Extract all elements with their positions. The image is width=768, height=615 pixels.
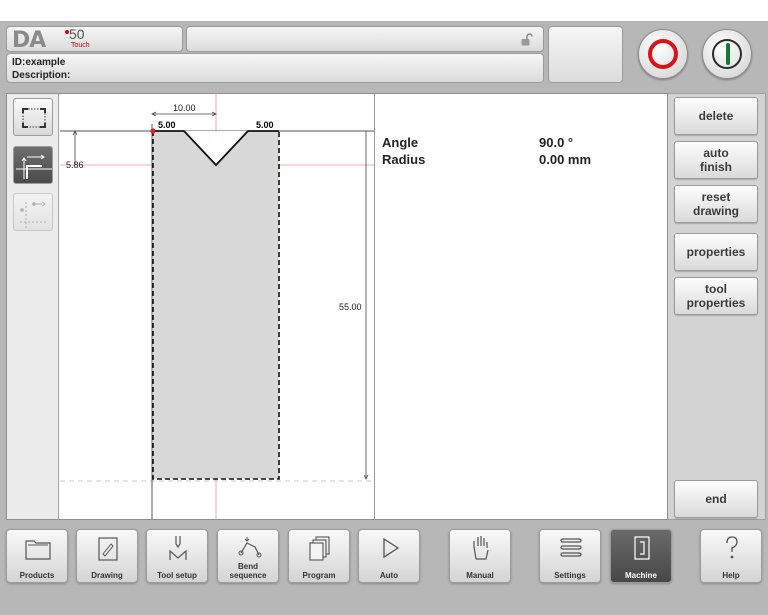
die-body [153, 131, 279, 479]
nav-tool-setup[interactable]: Tool setup [146, 529, 208, 583]
depth-label[interactable]: 5.86 [66, 160, 84, 170]
side-panel: delete auto finish reset drawing propert… [668, 93, 766, 520]
nav-products[interactable]: Products [6, 529, 68, 583]
unlock-icon[interactable] [521, 33, 533, 46]
dimension-icon [16, 154, 52, 179]
hand-icon [473, 536, 489, 560]
start-button[interactable] [702, 29, 752, 79]
view-toolbar [7, 94, 59, 519]
radius-value[interactable]: 0.00 mm [539, 152, 591, 167]
profile-drawing [60, 94, 374, 519]
pages-icon [309, 536, 330, 561]
bend-sequence-icon [238, 537, 262, 558]
start-point[interactable] [150, 128, 156, 134]
nav-label: Bend sequence [229, 562, 267, 580]
left-length-label[interactable]: 5.00 [158, 120, 176, 130]
title-bar [186, 26, 544, 52]
drawing-canvas[interactable]: 10.00 5.00 5.00 5.86 55.00 [60, 94, 374, 519]
tool-properties-button[interactable]: tool properties [674, 277, 758, 315]
nav-label: Settings [554, 571, 586, 580]
question-icon [726, 536, 738, 559]
angle-value[interactable]: 90.0 ° [539, 135, 573, 150]
nav-label: Drawing [91, 571, 123, 580]
nav-auto[interactable]: Auto [358, 529, 420, 583]
nav-label: Manual [466, 571, 494, 580]
logo: DA 50 Touch [6, 26, 183, 53]
start-bar [726, 43, 730, 65]
nav-help[interactable]: Help [700, 529, 762, 583]
delete-button[interactable]: delete [674, 97, 758, 135]
list-icon [560, 538, 582, 557]
machine-icon [634, 536, 650, 560]
app-window: DA 50 Touch ID:example Description: 10.0… [0, 21, 768, 615]
nav-program[interactable]: Program [288, 529, 350, 583]
nav-machine[interactable]: Machine [610, 529, 672, 583]
nav-label: Program [302, 571, 336, 580]
stop-icon [648, 39, 678, 69]
height-label[interactable]: 55.00 [339, 302, 362, 312]
bottom-navigation: Products Drawing Tool setup Bend sequenc… [0, 525, 768, 615]
properties-button[interactable]: properties [674, 233, 758, 271]
angle-label: Angle [382, 135, 419, 150]
nav-bend-sequence[interactable]: Bend sequence [217, 529, 279, 583]
tool-setup-icon [169, 536, 187, 560]
zoom-fit-icon [22, 108, 46, 128]
nav-label: Products [19, 571, 55, 580]
auto-finish-button[interactable]: auto finish [674, 141, 758, 179]
point-mode-button[interactable] [13, 193, 53, 231]
nav-label: Tool setup [157, 571, 197, 580]
nav-label: Help [722, 571, 740, 580]
right-length-label[interactable]: 5.00 [256, 120, 274, 130]
logo-model: 50 [69, 26, 85, 42]
play-icon [383, 537, 400, 559]
folder-icon [25, 540, 51, 560]
nav-label: Machine [624, 571, 657, 580]
product-description: Description: [12, 70, 71, 81]
end-button[interactable]: end [674, 480, 758, 518]
product-id: ID:example [12, 57, 66, 68]
point-grid-icon [20, 201, 48, 228]
nav-drawing[interactable]: Drawing [76, 529, 138, 583]
dimension-mode-button[interactable] [13, 146, 53, 184]
nav-manual[interactable]: Manual [449, 529, 511, 583]
stop-button[interactable] [638, 29, 688, 79]
pencil-icon [98, 537, 118, 561]
nav-settings[interactable]: Settings [539, 529, 601, 583]
width-dimension-label[interactable]: 10.00 [173, 103, 196, 113]
properties-area: Angle 90.0 ° Radius 0.00 mm [374, 94, 667, 519]
status-box [548, 26, 623, 83]
drawing-panel: 10.00 5.00 5.00 5.86 55.00 Angle 90.0 ° … [6, 93, 668, 520]
nav-label: Auto [379, 571, 399, 580]
logo-brand: DA [12, 28, 46, 53]
reset-drawing-button[interactable]: reset drawing [674, 185, 758, 223]
zoom-fit-button[interactable] [13, 98, 53, 136]
radius-label: Radius [382, 152, 426, 167]
product-info: ID:example Description: [6, 53, 544, 83]
logo-edition: Touch [71, 42, 90, 49]
